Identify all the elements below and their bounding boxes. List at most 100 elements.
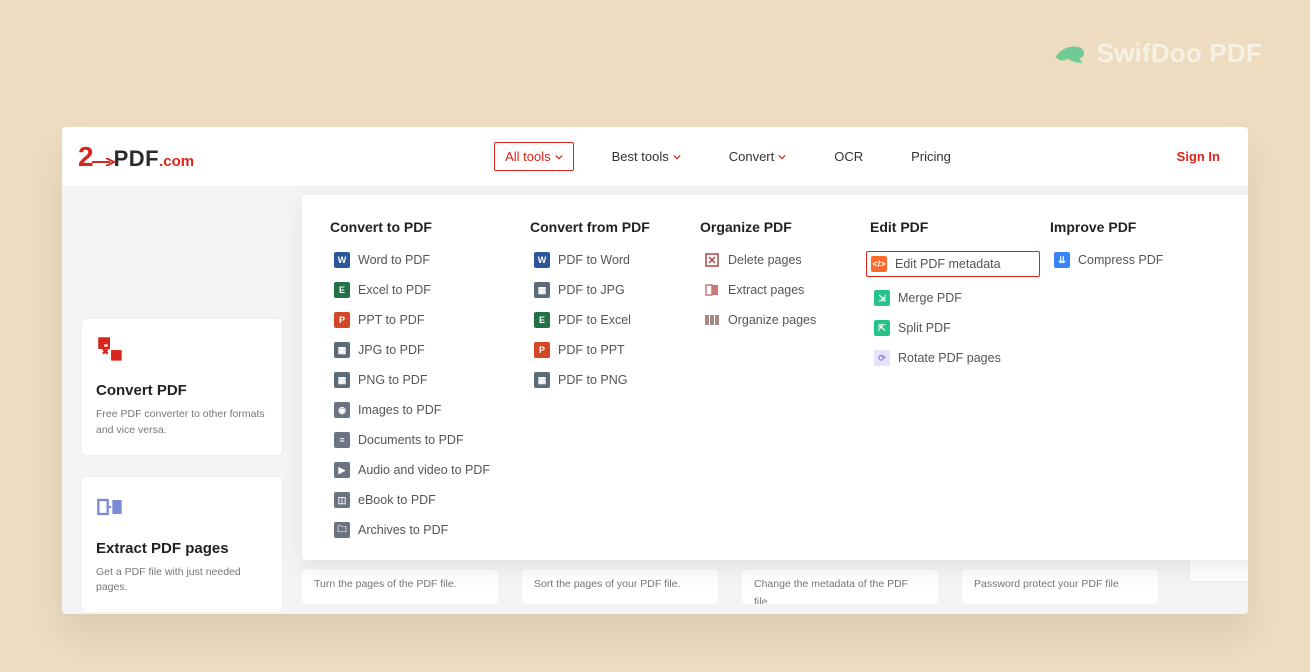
card-protect-peek[interactable]: Password protect your PDF file [962, 570, 1158, 604]
chevron-down-icon [555, 153, 563, 161]
col-title: Organize PDF [700, 219, 860, 235]
logo-com: .com [159, 153, 194, 170]
compress-icon: ⇊ [1054, 252, 1070, 268]
site-logo[interactable]: 2 PDF .com [78, 141, 194, 173]
app-window: 2 PDF .com All tools Best tools Convert … [62, 127, 1248, 614]
item-split-pdf[interactable]: ⇱Split PDF [870, 319, 1040, 337]
item-label: JPG to PDF [358, 343, 425, 357]
item-label: PDF to Excel [558, 313, 631, 327]
nav-all-tools[interactable]: All tools [494, 142, 574, 171]
item-pdf-to-png[interactable]: ▦ PDF to PNG [530, 371, 690, 389]
nav-best-tools-label: Best tools [612, 149, 669, 164]
peek-text: Sort the pages of your PDF file. [534, 578, 681, 590]
word-icon: W [534, 252, 550, 268]
item-label: Images to PDF [358, 403, 441, 417]
extract-icon [96, 493, 124, 521]
item-pdf-to-excel[interactable]: EPDF to Excel [530, 311, 690, 329]
item-ppt-to-pdf[interactable]: PPPT to PDF [330, 311, 520, 329]
item-excel-to-pdf[interactable]: E Excel to PDF [330, 281, 520, 299]
png-icon: ▦ [534, 372, 550, 388]
item-label: Extract pages [728, 283, 804, 297]
card-title: Extract PDF pages [96, 540, 268, 557]
logo-2: 2 [78, 141, 94, 173]
rotate-icon: ⟳ [874, 350, 890, 366]
card-sort-peek[interactable]: Sort the pages of your PDF file. [522, 570, 718, 604]
megamenu-col-improve: Improve PDF ⇊Compress PDF [1050, 219, 1190, 551]
extract-pages-icon [704, 282, 720, 298]
nav-best-tools[interactable]: Best tools [602, 143, 691, 170]
item-extract-pages[interactable]: Extract pages [700, 281, 860, 299]
nav-convert[interactable]: Convert [719, 143, 797, 170]
item-documents-to-pdf[interactable]: ≡ Documents to PDF [330, 431, 520, 449]
cards-left-column: Convert PDF Free PDF converter to other … [82, 319, 282, 612]
excel-icon: E [334, 282, 350, 298]
megamenu-col-convert-to: Convert to PDF WWord to PDF EExcel to PD… [330, 219, 520, 551]
item-pdf-to-word[interactable]: W PDF to Word [530, 251, 690, 269]
swifdoo-logo-icon [1051, 40, 1087, 68]
item-label: Merge PDF [898, 291, 962, 305]
split-icon: ⇱ [874, 320, 890, 336]
megamenu-col-edit: Edit PDF </>Edit PDF metadata ⇲Merge PDF… [870, 219, 1040, 551]
item-organize-pages[interactable]: Organize pages [700, 311, 860, 329]
item-label: Edit PDF metadata [895, 257, 1001, 271]
item-label: Compress PDF [1078, 253, 1163, 267]
item-pdf-to-jpg[interactable]: ▦PDF to JPG [530, 281, 690, 299]
all-tools-megamenu: Convert to PDF WWord to PDF EExcel to PD… [302, 195, 1248, 560]
item-word-to-pdf[interactable]: W Word to PDF [330, 251, 520, 269]
item-label: Archives to PDF [358, 523, 448, 537]
audio-video-icon: ▶ [334, 462, 350, 478]
item-label: PDF to PNG [558, 373, 627, 387]
word-icon: W [334, 252, 350, 268]
nav-ocr[interactable]: OCR [824, 143, 873, 170]
nav-all-tools-label: All tools [505, 149, 551, 164]
item-label: Word to PDF [358, 253, 430, 267]
item-png-to-pdf[interactable]: ▦PNG to PDF [330, 371, 520, 389]
item-edit-metadata[interactable]: </> Edit PDF metadata [866, 251, 1040, 277]
metadata-icon: </> [871, 256, 887, 272]
item-images-to-pdf[interactable]: ◉Images to PDF [330, 401, 520, 419]
topbar: 2 PDF .com All tools Best tools Convert … [62, 127, 1248, 187]
item-label: PPT to PDF [358, 313, 424, 327]
item-label: Excel to PDF [358, 283, 431, 297]
peek-text: Password protect your PDF file [974, 578, 1119, 590]
documents-icon: ≡ [334, 432, 350, 448]
item-label: eBook to PDF [358, 493, 436, 507]
ebook-icon: ◫ [334, 492, 350, 508]
jpg-icon: ▦ [334, 342, 350, 358]
chevron-down-icon [778, 153, 786, 161]
card-extract-pages[interactable]: Extract PDF pages Get a PDF file with ju… [82, 477, 282, 613]
logo-pdf: PDF [114, 146, 160, 172]
delete-pages-icon [704, 252, 720, 268]
item-archives-to-pdf[interactable]: 🗀Archives to PDF [330, 521, 520, 539]
item-pdf-to-ppt[interactable]: P PDF to PPT [530, 341, 690, 359]
card-desc: Get a PDF file with just needed pages. [96, 565, 268, 597]
card-title: Convert PDF [96, 382, 268, 399]
item-label: Documents to PDF [358, 433, 464, 447]
item-compress-pdf[interactable]: ⇊ Compress PDF [1050, 251, 1190, 269]
sign-in-link[interactable]: Sign In [1177, 149, 1220, 164]
col-title: Convert from PDF [530, 219, 690, 235]
card-meta-peek[interactable]: Change the metadata of the PDF file. [742, 570, 938, 604]
peek-text: Change the metadata of the PDF file. [754, 578, 908, 604]
card-convert-pdf[interactable]: Convert PDF Free PDF converter to other … [82, 319, 282, 455]
item-delete-pages[interactable]: Delete pages [700, 251, 860, 269]
item-av-to-pdf[interactable]: ▶Audio and video to PDF [330, 461, 520, 479]
content-area: Convert PDF Free PDF converter to other … [62, 187, 1248, 614]
card-desc: Free PDF converter to other formats and … [96, 407, 268, 439]
peek-text: Turn the pages of the PDF file. [314, 578, 457, 590]
item-label: PDF to PPT [558, 343, 625, 357]
chevron-down-icon [673, 153, 681, 161]
item-ebook-to-pdf[interactable]: ◫ eBook to PDF [330, 491, 520, 509]
ppt-icon: P [534, 342, 550, 358]
png-icon: ▦ [334, 372, 350, 388]
main-nav: All tools Best tools Convert OCR Pricing [494, 142, 961, 171]
item-rotate-pages[interactable]: ⟳Rotate PDF pages [870, 349, 1040, 367]
megamenu-col-convert-from: Convert from PDF W PDF to Word ▦PDF to JP… [530, 219, 690, 551]
card-rotate-peek[interactable]: Turn the pages of the PDF file. [302, 570, 498, 604]
swifdoo-watermark: SwifDoo PDF [1051, 38, 1262, 69]
item-label: PDF to Word [558, 253, 630, 267]
item-merge-pdf[interactable]: ⇲ Merge PDF [870, 289, 1040, 307]
merge-icon: ⇲ [874, 290, 890, 306]
item-jpg-to-pdf[interactable]: ▦ JPG to PDF [330, 341, 520, 359]
nav-pricing[interactable]: Pricing [901, 143, 961, 170]
